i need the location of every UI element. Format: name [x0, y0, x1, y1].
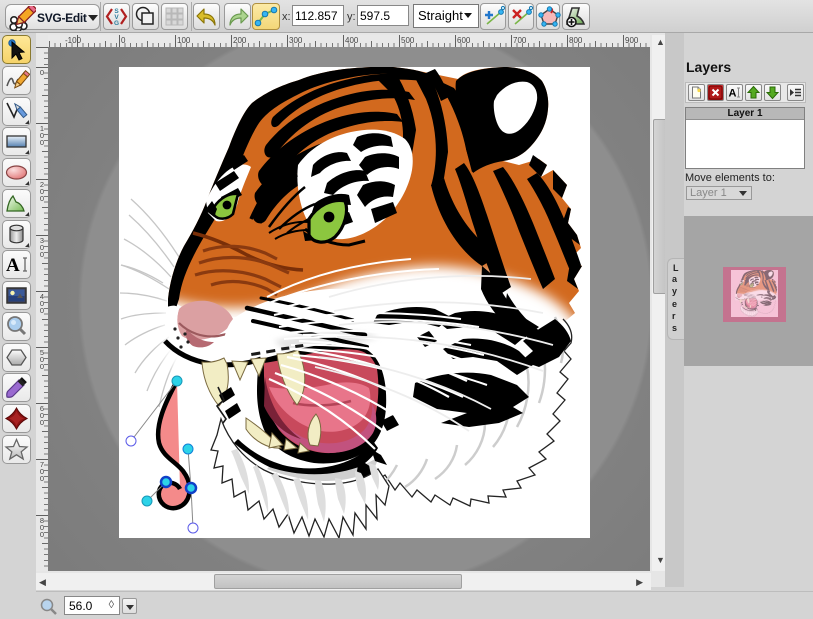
svg-text:G: G: [114, 20, 119, 27]
svg-text:A: A: [6, 255, 20, 276]
svg-text:A: A: [729, 88, 737, 100]
